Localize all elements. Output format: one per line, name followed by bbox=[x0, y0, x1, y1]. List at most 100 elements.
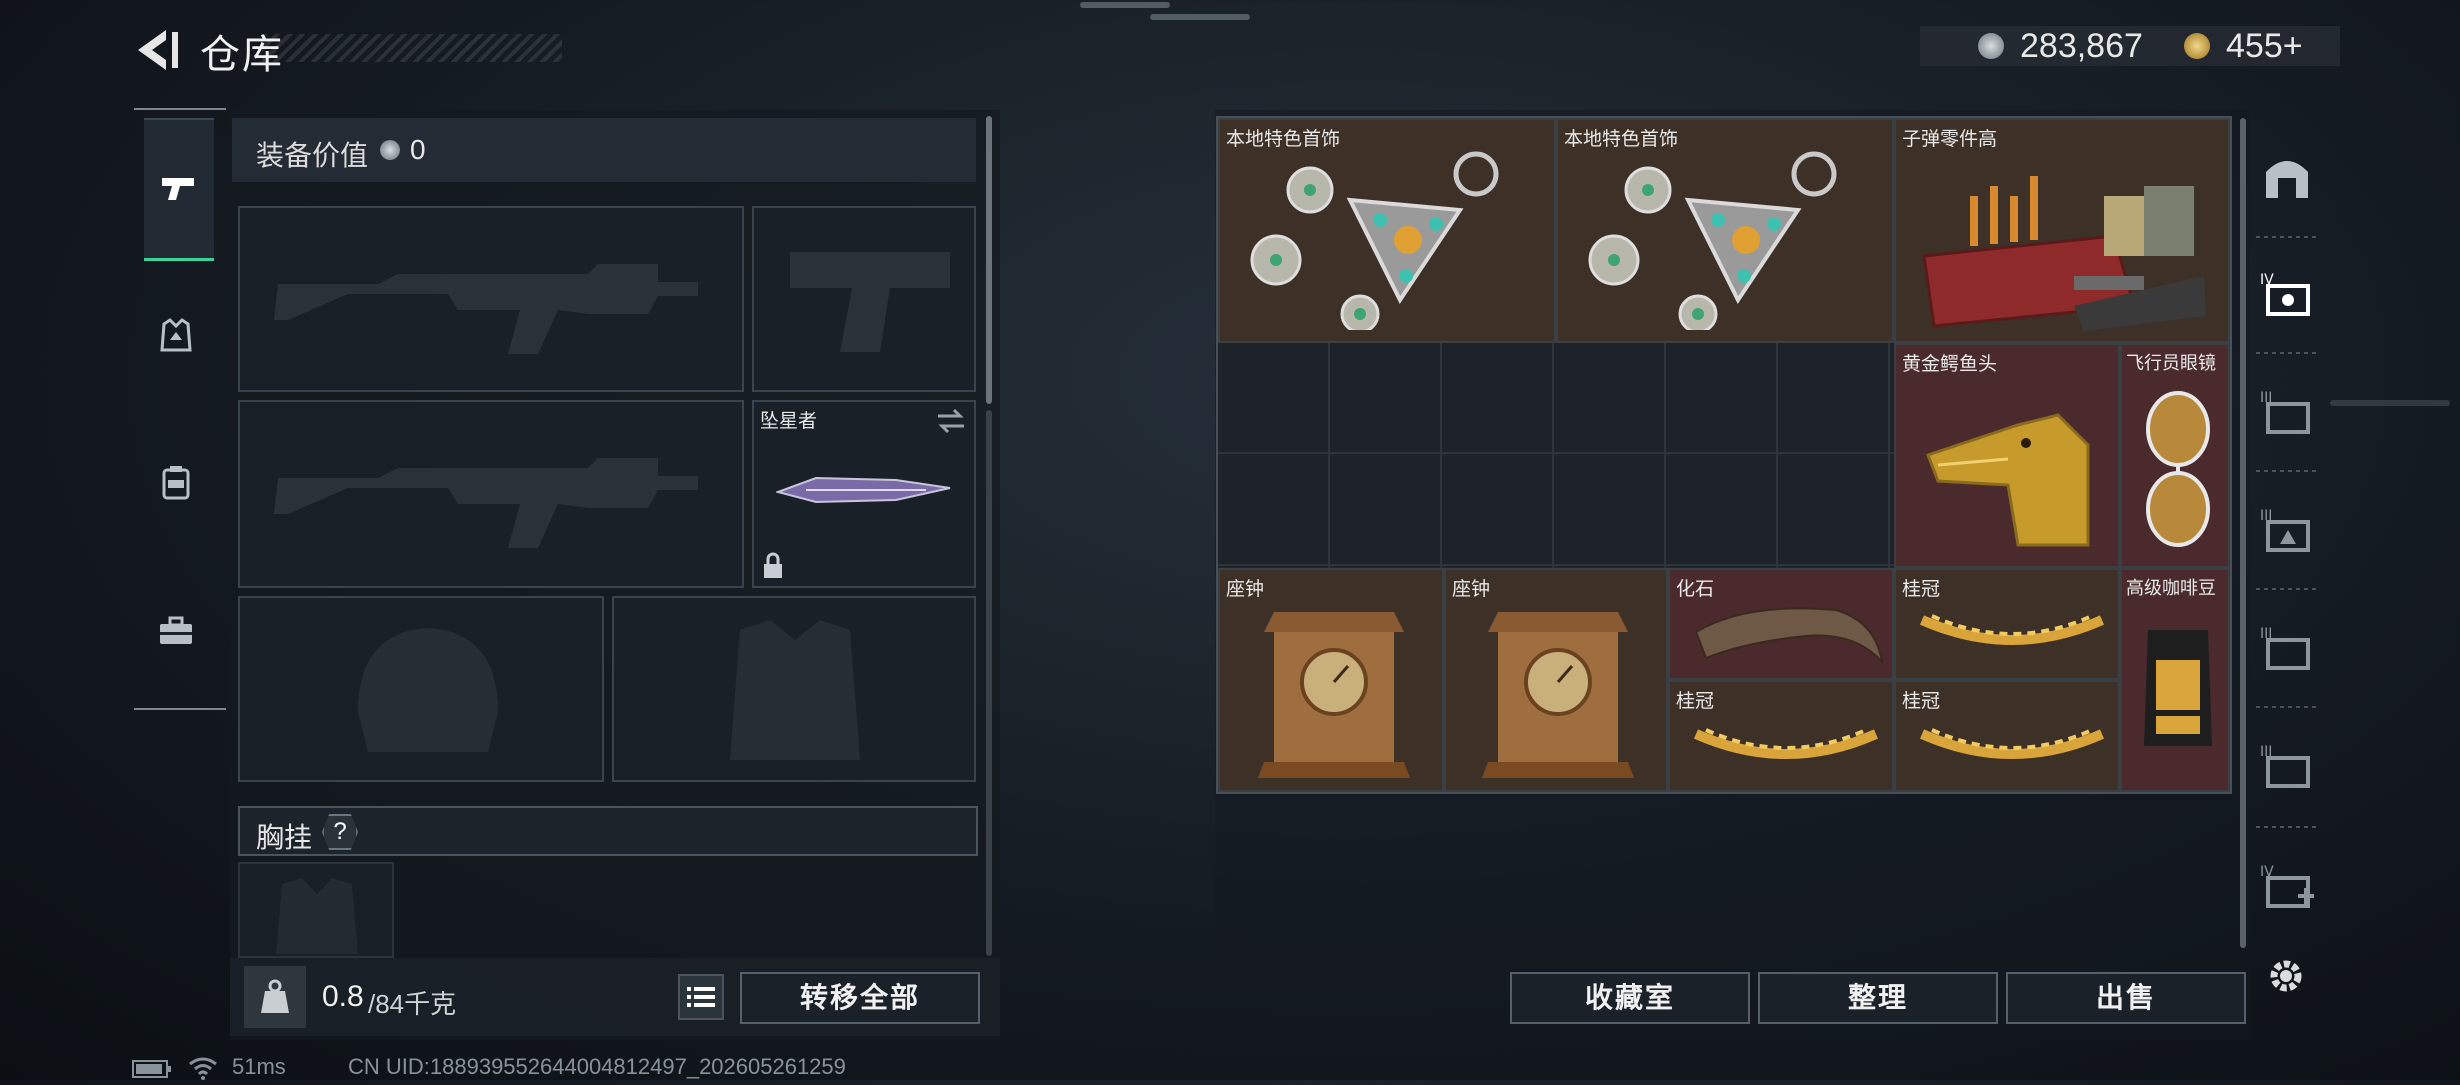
chest-rig-header: 胸挂 ? bbox=[238, 806, 978, 856]
stash-expansion-icon: IV bbox=[2260, 272, 2310, 316]
weight-icon-box bbox=[244, 966, 306, 1028]
stash-tab-3b[interactable]: III bbox=[2260, 504, 2316, 565]
settings-button[interactable] bbox=[2264, 954, 2308, 1003]
chest-rig-label: 胸挂 bbox=[256, 822, 313, 853]
mantel-clock-icon bbox=[1258, 612, 1410, 778]
item-label: 本地特色首饰 bbox=[1564, 129, 1679, 150]
ping-text: 51ms bbox=[232, 1054, 286, 1079]
silver-coin-icon bbox=[380, 140, 400, 160]
backpack-icon bbox=[162, 466, 190, 500]
helmet-slot[interactable] bbox=[238, 596, 604, 782]
tab-backpack[interactable] bbox=[156, 462, 196, 507]
tab-weapons[interactable] bbox=[144, 118, 214, 261]
jewelry-icon bbox=[1250, 151, 1499, 330]
stash-item[interactable]: 本地特色首饰 bbox=[1556, 118, 1894, 343]
chest-rig-silhouette-icon bbox=[276, 878, 358, 954]
equipment-value: 0 bbox=[410, 134, 426, 165]
stash-item[interactable]: 高级咖啡豆 bbox=[2120, 568, 2230, 792]
stash-item[interactable]: 化石 bbox=[1668, 568, 1894, 680]
aviator-glasses-icon bbox=[2146, 391, 2210, 547]
chest-rig-slot[interactable] bbox=[238, 862, 394, 958]
secondary-weapon-slot[interactable] bbox=[752, 206, 976, 392]
collection-room-button[interactable]: 收藏室 bbox=[1510, 972, 1750, 1024]
gold-coin-icon bbox=[2184, 33, 2210, 59]
back-button[interactable] bbox=[130, 26, 182, 74]
stash-home-icon bbox=[2266, 161, 2308, 198]
jewelry-icon bbox=[1588, 151, 1837, 330]
transfer-all-button[interactable]: 转移全部 bbox=[740, 972, 980, 1024]
silver-currency-value: 283,867 bbox=[2020, 27, 2143, 65]
laurel-crown-icon bbox=[1919, 614, 2105, 645]
stash-item[interactable]: 本地特色首饰 bbox=[1218, 118, 1556, 343]
vest-silhouette-icon bbox=[730, 620, 860, 760]
silver-coin-icon bbox=[1978, 33, 2004, 59]
item-label: 本地特色首饰 bbox=[1226, 129, 1341, 150]
wifi-icon bbox=[188, 1056, 218, 1085]
swap-icon[interactable] bbox=[936, 408, 966, 434]
loadout-scroll-track bbox=[986, 410, 992, 956]
rifle-silhouette-icon bbox=[274, 458, 698, 548]
stash-scrollbar[interactable] bbox=[2240, 118, 2246, 948]
item-label: 黄金鳄鱼头 bbox=[1902, 354, 1998, 375]
list-icon bbox=[687, 987, 715, 1007]
weight-icon bbox=[261, 979, 289, 1013]
stash-tab-3d[interactable]: III bbox=[2260, 740, 2316, 801]
stash-item[interactable]: 飞行员眼镜 bbox=[2120, 343, 2230, 568]
stash-item[interactable]: 黄金鳄鱼头 bbox=[1894, 343, 2120, 568]
stash-expansion-icon: III bbox=[2260, 744, 2310, 788]
stash-item[interactable]: 座钟 bbox=[1444, 568, 1668, 792]
stash-tab-home[interactable] bbox=[2262, 152, 2312, 207]
weight-current: 0.8 bbox=[322, 980, 364, 1013]
add-stash-icon: IV bbox=[2260, 864, 2314, 908]
coffee-bag-icon bbox=[2144, 630, 2212, 746]
primary-weapon-slot[interactable] bbox=[238, 206, 744, 392]
back-arrow-icon bbox=[138, 30, 178, 70]
lock-icon bbox=[764, 552, 782, 578]
pistol-icon bbox=[162, 178, 194, 200]
uid-text: CN UID:1889395526440048124​97_2026052612… bbox=[348, 1054, 846, 1079]
chest-rig-help[interactable]: ? bbox=[322, 814, 358, 850]
armor-slot[interactable] bbox=[612, 596, 976, 782]
stash-item[interactable]: 桂冠 bbox=[1894, 568, 2120, 680]
mantel-clock-icon bbox=[1482, 612, 1634, 778]
tab-armor[interactable] bbox=[156, 316, 196, 361]
fossil-claw-icon bbox=[1694, 607, 1884, 666]
laurel-crown-icon bbox=[1693, 728, 1879, 759]
ammo-parts-icon bbox=[1922, 176, 2206, 331]
armor-vest-icon bbox=[160, 318, 192, 352]
melee-slot[interactable]: 坠星者 bbox=[752, 400, 976, 588]
list-view-button[interactable] bbox=[678, 974, 724, 1020]
equipment-value-label: 装备价值 bbox=[256, 140, 369, 171]
briefcase-icon bbox=[160, 616, 192, 644]
weight-max: /84千克 bbox=[368, 989, 457, 1019]
item-label: 高级咖啡豆 bbox=[2126, 578, 2216, 598]
helmet-silhouette-icon bbox=[358, 628, 498, 752]
gold-croc-head-icon bbox=[1926, 413, 2090, 547]
laurel-crown-icon bbox=[1919, 728, 2105, 759]
gear-icon bbox=[2270, 960, 2302, 992]
stash-tab-3c[interactable]: III bbox=[2260, 622, 2316, 683]
stash-item[interactable]: 子弹零件高 bbox=[1894, 118, 2230, 343]
sell-button[interactable]: 出售 bbox=[2006, 972, 2246, 1024]
item-label: 子弹零件高 bbox=[1902, 129, 1998, 150]
item-label: 飞行员眼镜 bbox=[2126, 353, 2216, 373]
stash-expansion-icon: III bbox=[2260, 508, 2310, 552]
melee-name: 坠星者 bbox=[760, 411, 818, 432]
equipment-value-bar: 装备价值 0 bbox=[232, 118, 976, 182]
tab-case[interactable] bbox=[156, 610, 196, 655]
stash-item[interactable]: 座钟 bbox=[1218, 568, 1444, 792]
melee-blade-icon bbox=[776, 476, 951, 504]
loadout-scrollbar[interactable] bbox=[986, 116, 992, 404]
gold-currency-value[interactable]: 455+ bbox=[2226, 27, 2303, 66]
sort-button[interactable]: 整理 bbox=[1758, 972, 1998, 1024]
stash-tab-4[interactable]: IV bbox=[2260, 268, 2316, 329]
stash-expansion-icon: III bbox=[2260, 626, 2310, 670]
stash-item[interactable]: 桂冠 bbox=[1894, 680, 2120, 792]
rifle-silhouette-icon bbox=[274, 264, 698, 354]
stash-item[interactable]: 桂冠 bbox=[1668, 680, 1894, 792]
stash-expansion-icon: III bbox=[2260, 390, 2310, 434]
header-stripe bbox=[262, 34, 562, 62]
stash-tab-3a[interactable]: III bbox=[2260, 386, 2316, 447]
secondary-rifle-slot[interactable] bbox=[238, 400, 744, 588]
stash-tab-add[interactable]: IV bbox=[2260, 860, 2316, 921]
